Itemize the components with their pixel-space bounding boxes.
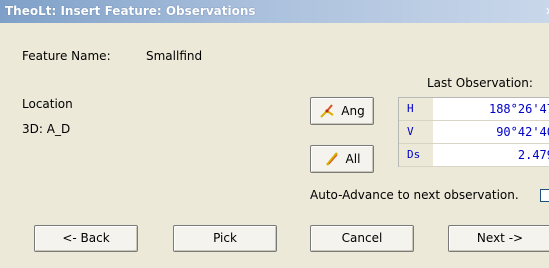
all-button[interactable]: All (310, 145, 374, 173)
auto-advance-label: Auto-Advance to next observation. (310, 188, 519, 202)
observation-value: 2.479 (433, 144, 549, 167)
last-observation-header: Last Observation: (427, 76, 533, 90)
feature-name-value: Smallfind (146, 49, 203, 63)
close-icon[interactable]: ✕ (545, 5, 549, 17)
location-label: Location (22, 97, 73, 111)
observation-row-ds: Ds 2.479 (399, 144, 549, 167)
window-title: TheoLt: Insert Feature: Observations (5, 4, 256, 18)
observation-row-h: H 188°26'47 (399, 98, 549, 121)
observation-key: Ds (399, 144, 433, 167)
feature-name-label: Feature Name: (22, 49, 111, 63)
laser-beam-icon (325, 152, 338, 166)
observation-key: V (399, 121, 433, 144)
insert-feature-window: TheoLt: Insert Feature: Observations ✕ F… (0, 0, 549, 268)
back-button[interactable]: <- Back (34, 225, 138, 252)
pick-button[interactable]: Pick (173, 225, 277, 252)
all-button-label: All (345, 152, 361, 166)
ang-button[interactable]: Ang (310, 97, 374, 125)
auto-advance-checkbox[interactable] (540, 189, 549, 202)
last-observation-table: H 188°26'47 V 90°42'40 Ds 2.479 (398, 97, 549, 167)
observation-value: 188°26'47 (433, 98, 549, 121)
observation-value: 90°42'40 (433, 121, 549, 144)
observation-key: H (399, 98, 433, 121)
title-bar: TheoLt: Insert Feature: Observations ✕ (0, 0, 549, 23)
location-value: 3D: A_D (22, 122, 71, 136)
next-button[interactable]: Next -> (448, 225, 549, 252)
laser-angle-icon (320, 104, 334, 118)
ang-button-label: Ang (341, 104, 365, 118)
cancel-button[interactable]: Cancel (310, 225, 414, 252)
observation-row-v: V 90°42'40 (399, 121, 549, 144)
